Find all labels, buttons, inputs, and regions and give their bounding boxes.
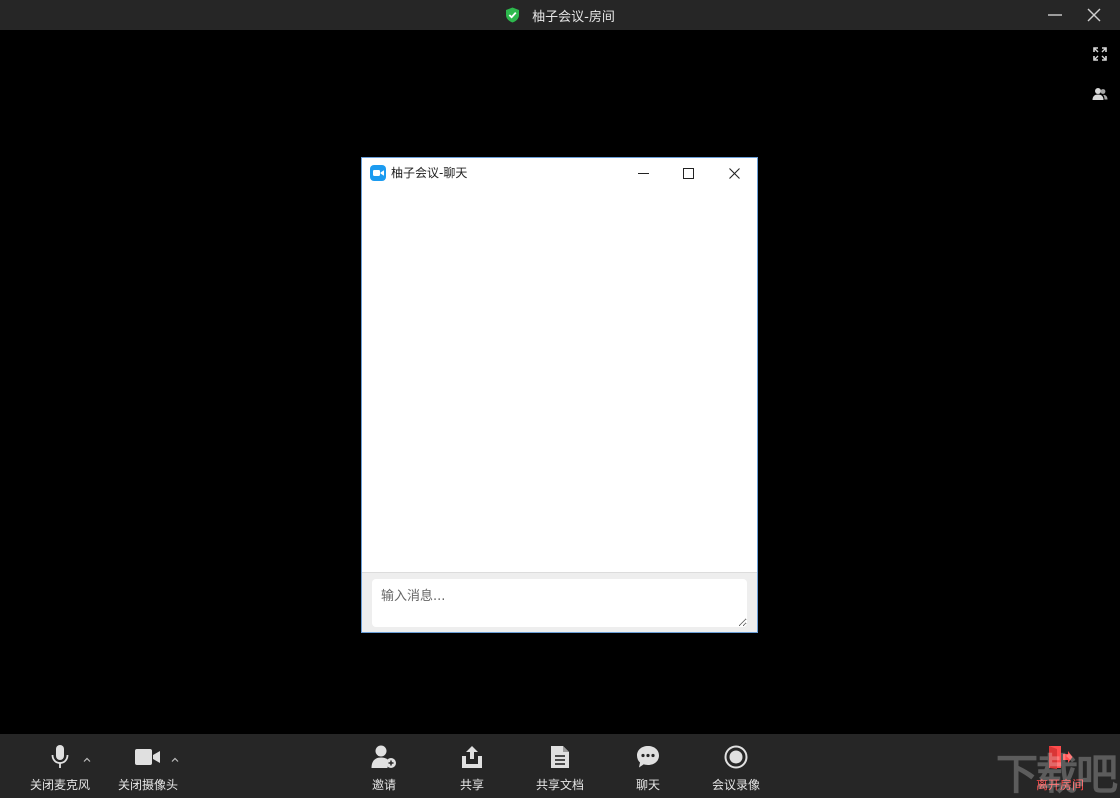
invite-button[interactable]: 邀请 [360, 734, 408, 798]
chat-window: 柚子会议-聊天 [361, 157, 758, 633]
chat-input-bar [362, 572, 757, 632]
microphone-icon [51, 744, 69, 770]
record-icon [724, 744, 748, 770]
share-label: 共享 [459, 778, 484, 792]
chat-maximize-button[interactable] [676, 163, 700, 183]
share-document-label: 共享文档 [535, 778, 584, 792]
invite-label: 邀请 [371, 778, 396, 792]
camera-options-button[interactable] [170, 750, 180, 762]
app-logo-icon [370, 165, 386, 181]
chevron-up-icon [83, 757, 91, 762]
chevron-up-icon [171, 757, 179, 762]
chat-bubble-icon [636, 744, 660, 770]
chat-minimize-button[interactable] [631, 163, 655, 183]
chat-button[interactable]: 聊天 [624, 734, 672, 798]
mute-mic-button[interactable]: 关闭麦克风 [28, 734, 92, 798]
minimize-icon [1048, 14, 1062, 16]
camera-icon [135, 744, 161, 770]
close-icon [1087, 8, 1101, 22]
watermark: 下载吧 [995, 750, 1118, 798]
record-button[interactable]: 会议录像 [706, 734, 766, 798]
chat-close-button[interactable] [722, 163, 746, 183]
fullscreen-icon [1093, 47, 1107, 61]
mic-options-button[interactable] [82, 750, 92, 762]
mute-mic-label: 关闭麦克风 [29, 778, 90, 792]
stop-camera-button[interactable]: 关闭摄像头 [116, 734, 180, 798]
window-title: 柚子会议-房间 [532, 9, 615, 25]
participants-button[interactable] [1090, 84, 1110, 104]
document-icon [550, 744, 570, 770]
share-button[interactable]: 共享 [448, 734, 496, 798]
meeting-toolbar: 关闭麦克风 关闭摄像头 邀请 共享 共享文档 聊天 会议录像 离开房间 [0, 734, 1120, 798]
stop-camera-label: 关闭摄像头 [117, 778, 178, 792]
maximize-icon [682, 167, 694, 179]
participants-icon [1092, 88, 1108, 100]
close-icon [728, 167, 740, 179]
record-label: 会议录像 [711, 778, 760, 792]
add-user-icon [371, 744, 397, 770]
message-input[interactable] [372, 579, 747, 627]
chat-message-area[interactable] [362, 188, 757, 572]
fullscreen-button[interactable] [1090, 44, 1110, 64]
minimize-button[interactable] [1037, 0, 1073, 30]
chat-title: 柚子会议-聊天 [391, 166, 468, 180]
share-upload-icon [461, 744, 483, 770]
minimize-icon [637, 172, 649, 174]
shield-check-icon [505, 7, 520, 23]
chat-label: 聊天 [635, 778, 660, 792]
share-document-button[interactable]: 共享文档 [530, 734, 590, 798]
chat-title-bar: 柚子会议-聊天 [362, 158, 757, 188]
main-title-bar: 柚子会议-房间 [0, 0, 1120, 30]
close-button[interactable] [1076, 0, 1112, 30]
